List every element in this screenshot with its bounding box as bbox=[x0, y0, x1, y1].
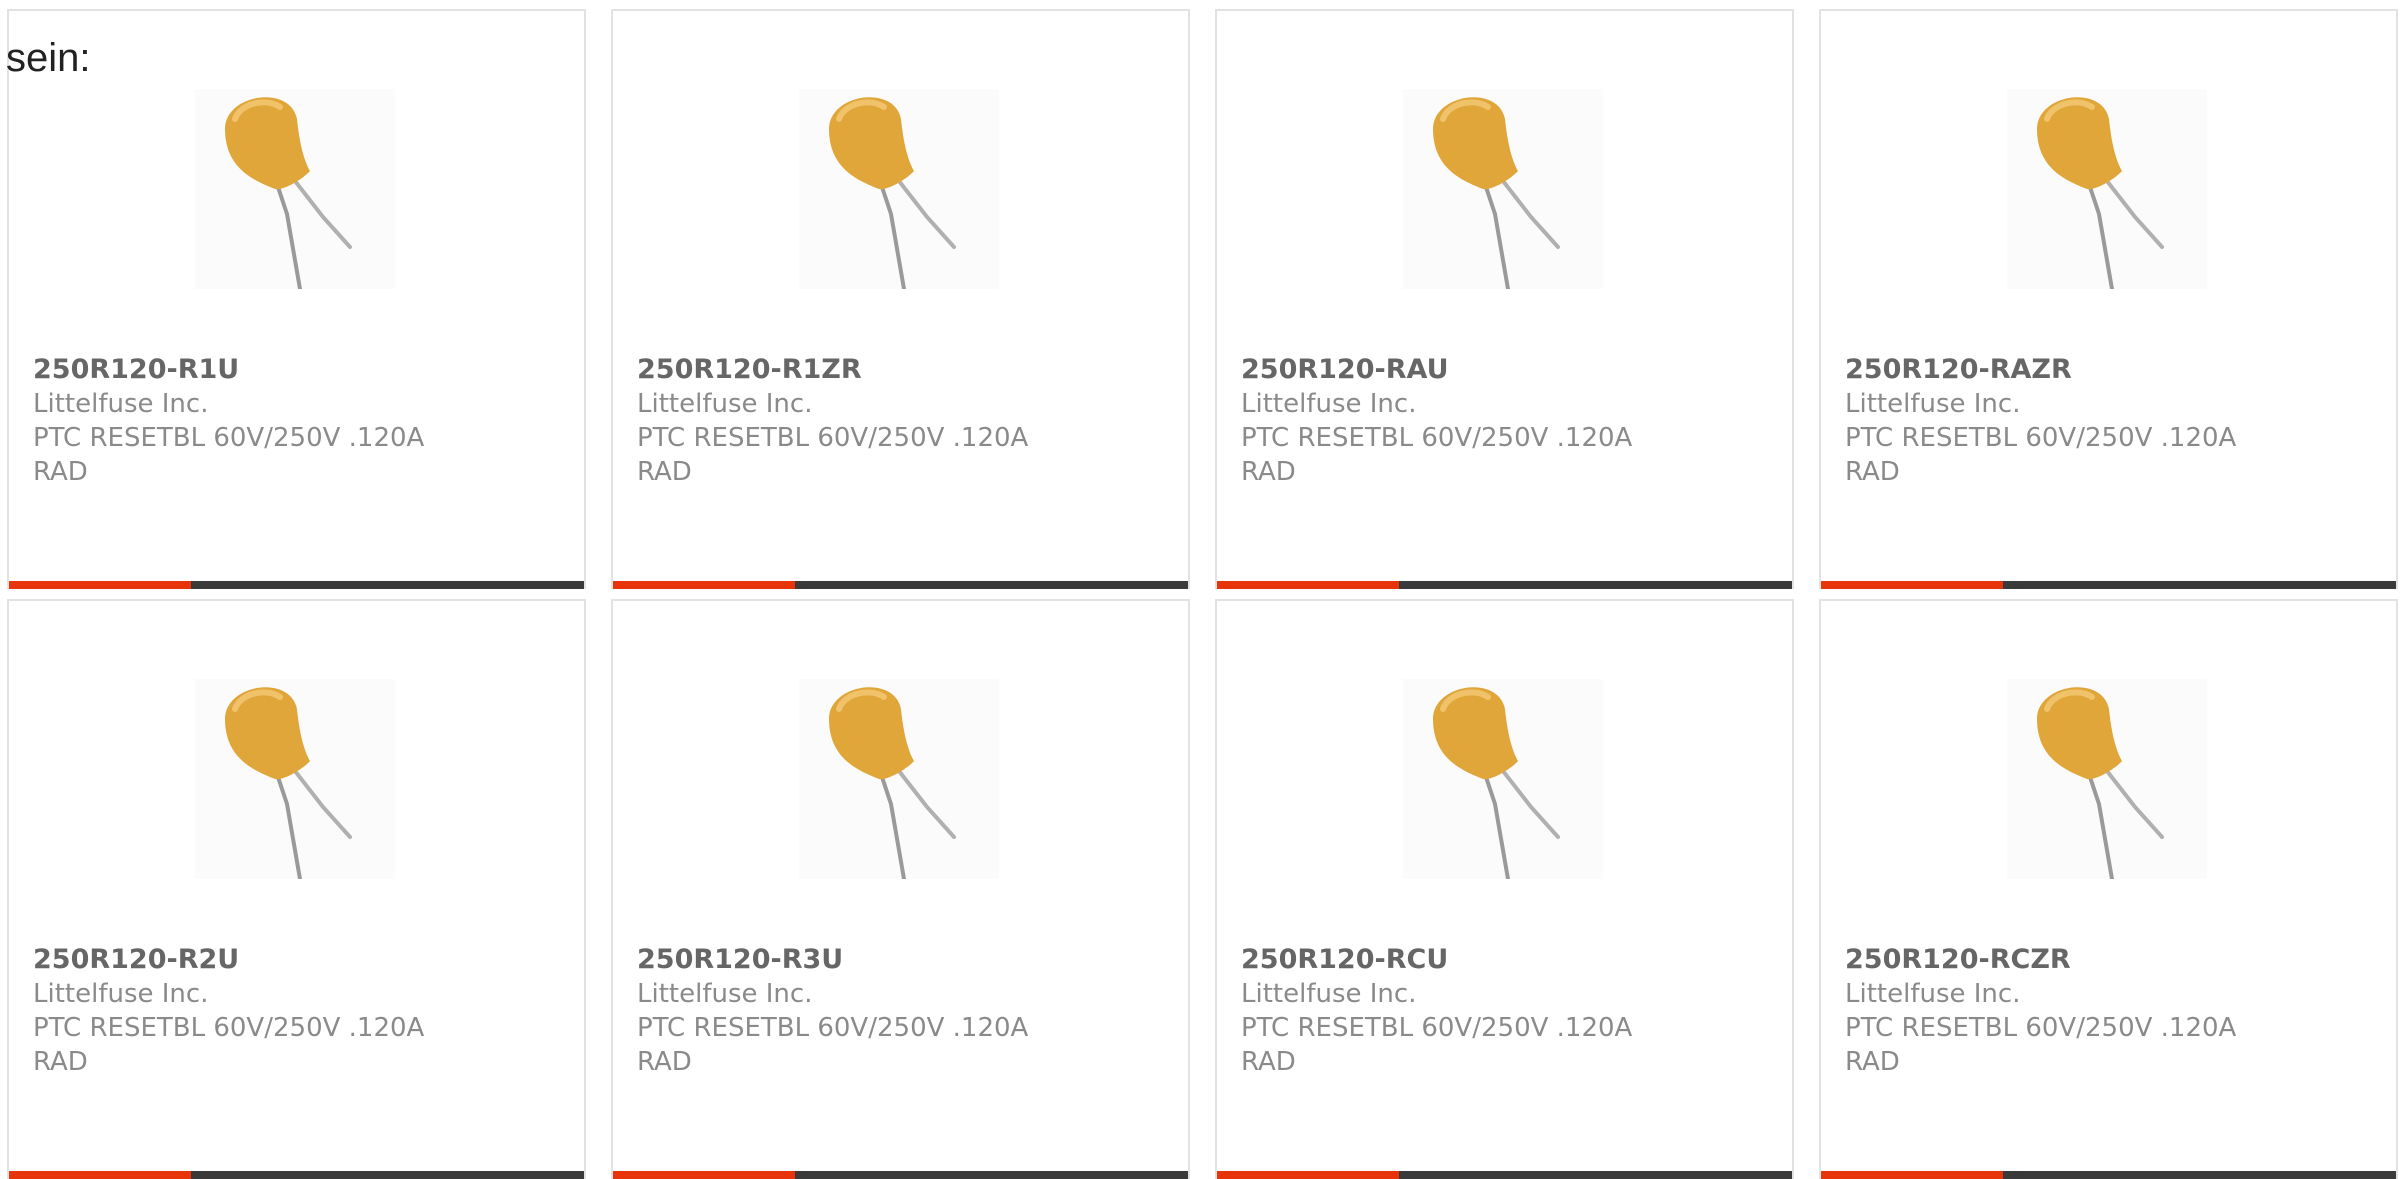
product-card[interactable]: 250R120-RAU Littelfuse Inc. PTC RESETBL … bbox=[1215, 9, 1794, 589]
description-line-1: PTC RESETBL 60V/250V .120A bbox=[637, 423, 1029, 453]
part-number[interactable]: 250R120-R2U bbox=[33, 943, 564, 977]
card-footer-bar bbox=[1821, 1171, 2396, 1179]
card-footer-accent bbox=[613, 581, 795, 589]
product-card[interactable]: 250R120-R2U Littelfuse Inc. PTC RESETBL … bbox=[7, 599, 586, 1179]
card-footer-bar bbox=[1217, 581, 1792, 589]
product-image[interactable] bbox=[2007, 89, 2207, 289]
card-footer-accent bbox=[9, 581, 191, 589]
product-image[interactable] bbox=[2007, 679, 2207, 879]
description-line-2: RAD bbox=[1845, 457, 1900, 487]
description-line-2: RAD bbox=[637, 457, 692, 487]
description-line-1: PTC RESETBL 60V/250V .120A bbox=[637, 1013, 1029, 1043]
part-number[interactable]: 250R120-R1U bbox=[33, 353, 564, 387]
manufacturer: Littelfuse Inc. bbox=[637, 979, 813, 1009]
manufacturer: Littelfuse Inc. bbox=[33, 979, 209, 1009]
description-line-1: PTC RESETBL 60V/250V .120A bbox=[33, 423, 425, 453]
card-footer-accent bbox=[1217, 1171, 1399, 1179]
card-footer-bar bbox=[613, 1171, 1188, 1179]
card-footer-bar bbox=[613, 581, 1188, 589]
description-line-2: RAD bbox=[1241, 457, 1296, 487]
intro-text: sein: bbox=[6, 36, 91, 80]
description-line-2: RAD bbox=[33, 1047, 88, 1077]
card-footer-bar bbox=[9, 1171, 584, 1179]
manufacturer: Littelfuse Inc. bbox=[1241, 979, 1417, 1009]
card-footer-bar bbox=[9, 581, 584, 589]
card-footer-accent bbox=[1821, 1171, 2003, 1179]
product-grid: 250R120-R1U Littelfuse Inc. PTC RESETBL … bbox=[7, 9, 2398, 1179]
product-image[interactable] bbox=[195, 89, 395, 289]
manufacturer: Littelfuse Inc. bbox=[33, 389, 209, 419]
product-image[interactable] bbox=[1403, 679, 1603, 879]
manufacturer: Littelfuse Inc. bbox=[637, 389, 813, 419]
description-line-1: PTC RESETBL 60V/250V .120A bbox=[33, 1013, 425, 1043]
description-line-1: PTC RESETBL 60V/250V .120A bbox=[1845, 423, 2237, 453]
part-number[interactable]: 250R120-R3U bbox=[637, 943, 1168, 977]
description-line-2: RAD bbox=[1845, 1047, 1900, 1077]
description-line-1: PTC RESETBL 60V/250V .120A bbox=[1845, 1013, 2237, 1043]
part-number[interactable]: 250R120-RCZR bbox=[1845, 943, 2376, 977]
description-line-1: PTC RESETBL 60V/250V .120A bbox=[1241, 1013, 1633, 1043]
part-number[interactable]: 250R120-RAZR bbox=[1845, 353, 2376, 387]
product-card[interactable]: 250R120-R1U Littelfuse Inc. PTC RESETBL … bbox=[7, 9, 586, 589]
product-card[interactable]: 250R120-R1ZR Littelfuse Inc. PTC RESETBL… bbox=[611, 9, 1190, 589]
product-card[interactable]: 250R120-RAZR Littelfuse Inc. PTC RESETBL… bbox=[1819, 9, 2398, 589]
product-image[interactable] bbox=[195, 679, 395, 879]
part-number[interactable]: 250R120-R1ZR bbox=[637, 353, 1168, 387]
description-line-2: RAD bbox=[33, 457, 88, 487]
product-image[interactable] bbox=[799, 679, 999, 879]
manufacturer: Littelfuse Inc. bbox=[1241, 389, 1417, 419]
card-footer-bar bbox=[1821, 581, 2396, 589]
card-footer-accent bbox=[9, 1171, 191, 1179]
card-footer-bar bbox=[1217, 1171, 1792, 1179]
part-number[interactable]: 250R120-RCU bbox=[1241, 943, 1772, 977]
card-footer-accent bbox=[613, 1171, 795, 1179]
description-line-2: RAD bbox=[1241, 1047, 1296, 1077]
description-line-1: PTC RESETBL 60V/250V .120A bbox=[1241, 423, 1633, 453]
card-footer-accent bbox=[1217, 581, 1399, 589]
manufacturer: Littelfuse Inc. bbox=[1845, 389, 2021, 419]
product-card[interactable]: 250R120-RCU Littelfuse Inc. PTC RESETBL … bbox=[1215, 599, 1794, 1179]
product-image[interactable] bbox=[1403, 89, 1603, 289]
product-image[interactable] bbox=[799, 89, 999, 289]
product-card[interactable]: 250R120-RCZR Littelfuse Inc. PTC RESETBL… bbox=[1819, 599, 2398, 1179]
product-card[interactable]: 250R120-R3U Littelfuse Inc. PTC RESETBL … bbox=[611, 599, 1190, 1179]
part-number[interactable]: 250R120-RAU bbox=[1241, 353, 1772, 387]
description-line-2: RAD bbox=[637, 1047, 692, 1077]
card-footer-accent bbox=[1821, 581, 2003, 589]
manufacturer: Littelfuse Inc. bbox=[1845, 979, 2021, 1009]
